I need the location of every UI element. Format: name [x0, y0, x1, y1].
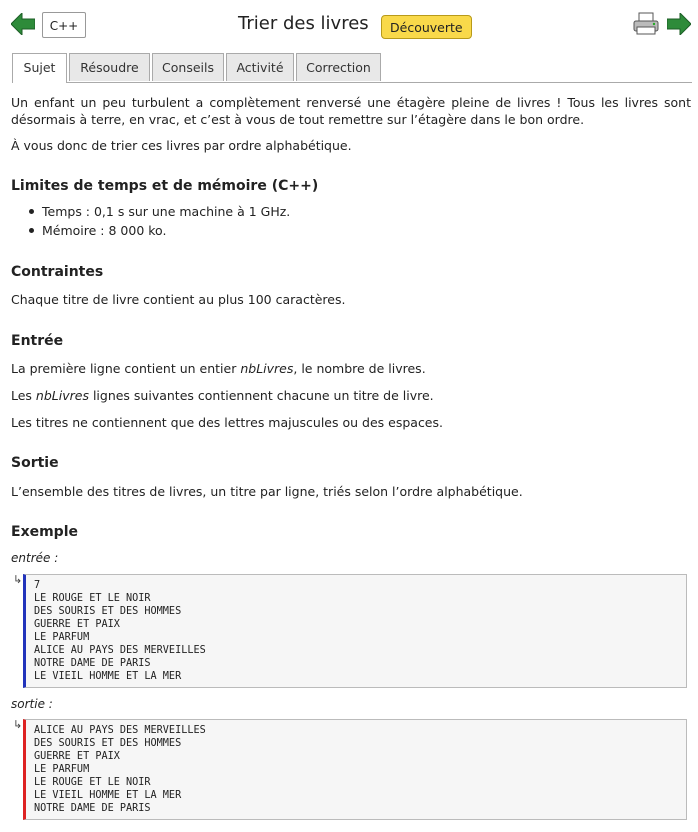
list-item: Mémoire : 8 000 ko.: [25, 221, 290, 240]
code-line: LE PARFUM: [34, 764, 90, 775]
input-line-3: Les titres ne contiennent que des lettre…: [11, 415, 443, 430]
example-output-label: sortie :: [11, 697, 53, 711]
code-line: DES SOURIS ET DES HOMMES: [34, 606, 182, 617]
tab-sujet[interactable]: Sujet: [12, 53, 67, 83]
code-line: LE PARFUM: [34, 632, 90, 643]
constraints-heading: Contraintes: [11, 264, 104, 280]
intro-task: À vous donc de trier ces livres par ordr…: [11, 138, 352, 153]
tab-resoudre[interactable]: Résoudre: [69, 53, 150, 81]
input-heading: Entrée: [11, 333, 64, 349]
example-heading: Exemple: [11, 524, 78, 540]
arrow-left-icon[interactable]: [11, 13, 35, 35]
language-button[interactable]: C++: [42, 12, 86, 38]
return-icon: ↳: [13, 718, 23, 731]
tab-conseils[interactable]: Conseils: [152, 53, 224, 81]
code-line: GUERRE ET PAIX: [34, 751, 120, 762]
code-line: LE ROUGE ET LE NOIR: [34, 777, 151, 788]
top-bar: C++ Trier des livres Découverte: [0, 0, 698, 52]
example-input-label: entrée :: [11, 551, 59, 565]
input-line-2: Les nbLivres lignes suivantes contiennen…: [11, 388, 434, 403]
tab-correction[interactable]: Correction: [296, 53, 381, 81]
code-line: ALICE AU PAYS DES MERVEILLES: [34, 645, 206, 656]
code-line: 7: [34, 580, 41, 591]
input-line-1: La première ligne contient un entier nbL…: [11, 361, 426, 376]
limits-list: Temps : 0,1 s sur une machine à 1 GHz. M…: [25, 202, 290, 240]
difficulty-badge: Découverte: [381, 15, 472, 39]
code-line: GUERRE ET PAIX: [34, 619, 120, 630]
code-line: DES SOURIS ET DES HOMMES: [34, 738, 182, 749]
arrow-right-icon[interactable]: [667, 13, 691, 35]
page-title: Trier des livres: [238, 13, 369, 34]
list-item: Temps : 0,1 s sur une machine à 1 GHz.: [25, 202, 290, 221]
code-line: LE ROUGE ET LE NOIR: [34, 593, 151, 604]
constraints-text: Chaque titre de livre contient au plus 1…: [11, 292, 346, 307]
code-line: ALICE AU PAYS DES MERVEILLES: [34, 725, 206, 736]
code-line: LE VIEIL HOMME ET LA MER: [34, 790, 182, 801]
printer-icon[interactable]: [633, 12, 659, 36]
output-text: L’ensemble des titres de livres, un titr…: [11, 484, 523, 499]
code-line: NOTRE DAME DE PARIS: [34, 803, 151, 814]
limits-heading: Limites de temps et de mémoire (C++): [11, 178, 319, 194]
intro-paragraph: Un enfant un peu turbulent a complètemen…: [11, 95, 691, 127]
tab-activite[interactable]: Activité: [226, 53, 294, 81]
tab-bar: Sujet Résoudre Conseils Activité Correct…: [12, 53, 692, 83]
example-output-box: ALICE AU PAYS DES MERVEILLES DES SOURIS …: [23, 719, 687, 820]
output-heading: Sortie: [11, 455, 59, 471]
code-line: NOTRE DAME DE PARIS: [34, 658, 151, 669]
return-icon: ↳: [13, 573, 23, 586]
code-line: LE VIEIL HOMME ET LA MER: [34, 671, 182, 682]
example-input-box: 7 LE ROUGE ET LE NOIR DES SOURIS ET DES …: [23, 574, 687, 688]
